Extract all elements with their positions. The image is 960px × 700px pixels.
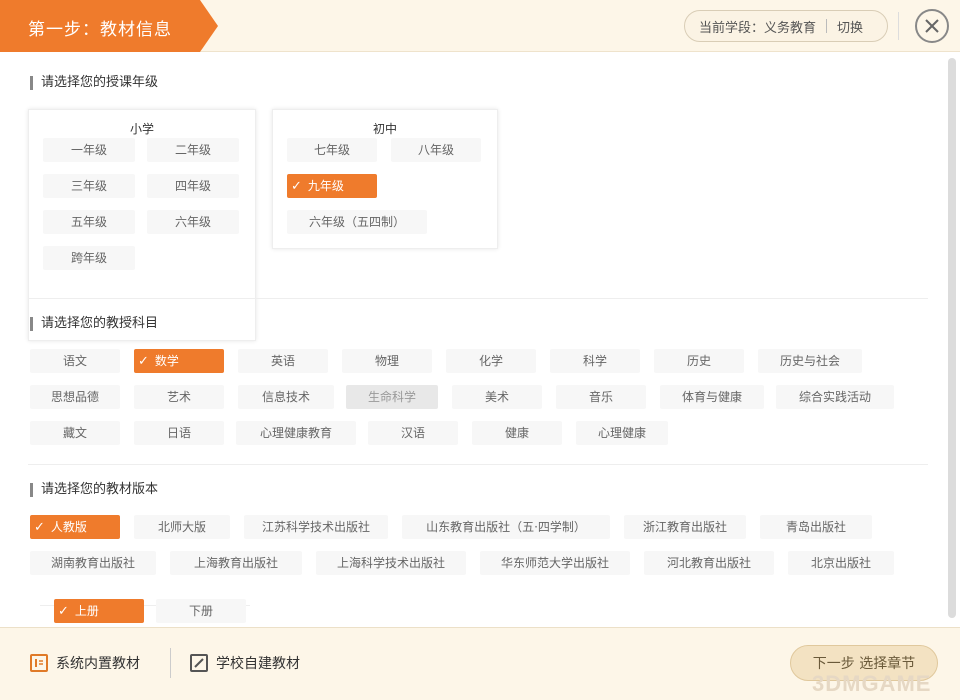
subject-chip[interactable]: 物理 bbox=[342, 349, 432, 373]
section-divider bbox=[28, 298, 928, 299]
check-icon: ✓ bbox=[34, 520, 45, 535]
grade-chip-3[interactable]: 三年级 bbox=[43, 174, 135, 198]
grade-chip-7[interactable]: 七年级 bbox=[287, 138, 377, 162]
stage-selector: 当前学段：义务教育 切换 bbox=[684, 10, 888, 42]
check-icon: ✓ bbox=[58, 604, 69, 619]
custom-textbook-tab[interactable]: 学校自建教材 bbox=[190, 650, 300, 676]
edition-chip[interactable]: 华东师范大学出版社 bbox=[480, 551, 630, 575]
check-icon: ✓ bbox=[138, 354, 149, 369]
volume-chip-selected-label: 上册 bbox=[74, 604, 99, 618]
close-icon bbox=[925, 19, 939, 33]
close-button[interactable] bbox=[915, 9, 949, 43]
volume-chip-selected[interactable]: ✓ 上册 bbox=[54, 599, 144, 623]
grade-chip-9-selected[interactable]: ✓ 九年级 bbox=[287, 174, 377, 198]
grade-chip-1[interactable]: 一年级 bbox=[43, 138, 135, 162]
edition-chip-selected[interactable]: ✓ 人教版 bbox=[30, 515, 120, 539]
step-tab: 第一步：教材信息 bbox=[0, 0, 220, 52]
vertical-scrollbar[interactable] bbox=[948, 58, 956, 618]
grade-chip-2[interactable]: 二年级 bbox=[147, 138, 239, 162]
primary-group-title: 小学 bbox=[129, 122, 154, 136]
subject-chip[interactable]: 健康 bbox=[472, 421, 562, 445]
section-divider bbox=[28, 464, 928, 465]
edit-icon bbox=[190, 654, 208, 672]
subject-chip-selected[interactable]: ✓ 数学 bbox=[134, 349, 224, 373]
current-stage-label: 当前学段：义务教育 bbox=[699, 20, 817, 36]
subject-section-title: 请选择您的教授科目 bbox=[30, 317, 158, 331]
subject-chip[interactable]: 藏文 bbox=[30, 421, 120, 445]
edition-chip[interactable]: 上海教育出版社 bbox=[170, 551, 302, 575]
step-title: 第一步：教材信息 bbox=[28, 20, 172, 40]
subject-chip[interactable]: 心理健康 bbox=[576, 421, 668, 445]
grade-chip-6-54[interactable]: 六年级（五四制） bbox=[287, 210, 427, 234]
subject-chip[interactable]: 日语 bbox=[134, 421, 224, 445]
subject-chip[interactable]: 体育与健康 bbox=[660, 385, 764, 409]
edition-chip[interactable]: 湖南教育出版社 bbox=[30, 551, 156, 575]
grade-chip-5[interactable]: 五年级 bbox=[43, 210, 135, 234]
edition-chip[interactable]: 浙江教育出版社 bbox=[624, 515, 746, 539]
custom-textbook-label: 学校自建教材 bbox=[216, 656, 300, 672]
grade-chip-9-label: 九年级 bbox=[307, 179, 344, 193]
edition-section-title: 请选择您的教材版本 bbox=[30, 483, 158, 497]
stage-separator bbox=[826, 19, 828, 33]
edition-chip[interactable]: 青岛出版社 bbox=[760, 515, 872, 539]
edition-chip-selected-label: 人教版 bbox=[50, 520, 87, 534]
subject-chip[interactable]: 历史与社会 bbox=[758, 349, 862, 373]
subject-chip[interactable]: 艺术 bbox=[134, 385, 224, 409]
edition-chip[interactable]: 北京出版社 bbox=[788, 551, 894, 575]
edition-chip[interactable]: 北师大版 bbox=[134, 515, 230, 539]
subject-chip[interactable]: 科学 bbox=[550, 349, 640, 373]
grade-section-title: 请选择您的授课年级 bbox=[30, 76, 158, 90]
subject-chip[interactable]: 美术 bbox=[452, 385, 542, 409]
footer: 系统内置教材 学校自建教材 下一步 选择章节 3DMGAME bbox=[0, 627, 960, 700]
edition-chip[interactable]: 河北教育出版社 bbox=[644, 551, 774, 575]
header: 第一步：教材信息 当前学段：义务教育 切换 bbox=[0, 0, 960, 52]
junior-group-title: 初中 bbox=[372, 122, 397, 136]
content-area: 请选择您的授课年级 小学 一年级 二年级 三年级 四年级 五年级 六年级 跨年级… bbox=[0, 52, 960, 627]
grade-chip-cross[interactable]: 跨年级 bbox=[43, 246, 135, 270]
subject-chip[interactable]: 语文 bbox=[30, 349, 120, 373]
subject-chip[interactable]: 音乐 bbox=[556, 385, 646, 409]
header-divider bbox=[898, 12, 899, 40]
watermark: 3DMGAME bbox=[812, 671, 932, 696]
subject-chip-disabled: 生命科学 bbox=[346, 385, 438, 409]
footer-separator bbox=[170, 648, 171, 678]
builtin-textbook-tab[interactable]: 系统内置教材 bbox=[30, 650, 140, 676]
subject-chip[interactable]: 化学 bbox=[446, 349, 536, 373]
edition-chip[interactable]: 江苏科学技术出版社 bbox=[244, 515, 388, 539]
volume-chip[interactable]: 下册 bbox=[156, 599, 246, 623]
grade-chip-6[interactable]: 六年级 bbox=[147, 210, 239, 234]
subject-chip-selected-label: 数学 bbox=[154, 354, 179, 368]
subject-chip[interactable]: 信息技术 bbox=[238, 385, 334, 409]
subject-chip[interactable]: 综合实践活动 bbox=[776, 385, 894, 409]
edition-chip[interactable]: 山东教育出版社（五·四学制） bbox=[402, 515, 610, 539]
subject-chip[interactable]: 历史 bbox=[654, 349, 744, 373]
edition-chip[interactable]: 上海科学技术出版社 bbox=[316, 551, 466, 575]
primary-grade-group: 小学 一年级 二年级 三年级 四年级 五年级 六年级 跨年级 bbox=[28, 109, 256, 341]
textbook-settings-window: 第一步：教材信息 当前学段：义务教育 切换 请选择您的授课年级 小学 一年级 二… bbox=[0, 0, 960, 700]
subject-chip[interactable]: 心理健康教育 bbox=[236, 421, 356, 445]
builtin-textbook-label: 系统内置教材 bbox=[56, 656, 140, 672]
subject-chip[interactable]: 思想品德 bbox=[30, 385, 120, 409]
book-icon bbox=[30, 654, 48, 672]
subject-chip[interactable]: 英语 bbox=[238, 349, 328, 373]
grade-chip-4[interactable]: 四年级 bbox=[147, 174, 239, 198]
subject-chip[interactable]: 汉语 bbox=[368, 421, 458, 445]
grade-chip-8[interactable]: 八年级 bbox=[391, 138, 481, 162]
check-icon: ✓ bbox=[291, 179, 302, 194]
switch-stage-button[interactable]: 切换 bbox=[837, 17, 863, 36]
junior-grade-group: 初中 七年级 八年级 ✓ 九年级 六年级（五四制） bbox=[272, 109, 498, 249]
